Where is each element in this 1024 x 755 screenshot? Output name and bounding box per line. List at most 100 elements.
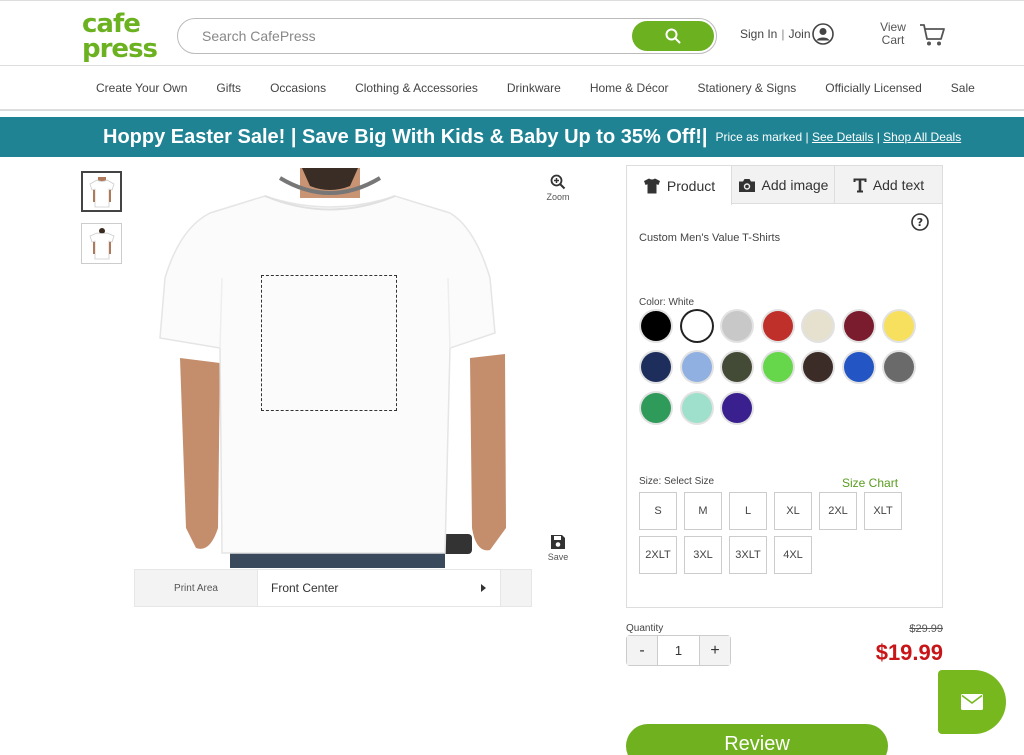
search-bar [177,18,717,54]
join-link[interactable]: Join [788,27,810,41]
floppy-disk-icon [551,535,565,549]
zoom-button[interactable]: Zoom [540,170,576,210]
size-option-button[interactable]: XL [774,492,812,530]
search-button[interactable] [632,21,714,51]
size-label: Size: Select Size [639,476,715,487]
quantity-stepper: - + [626,635,731,666]
quantity-increase-button[interactable]: + [700,636,730,665]
size-option-button[interactable]: XLT [864,492,902,530]
svg-text:press: press [82,34,158,62]
see-details-link[interactable]: See Details [812,130,873,144]
color-swatch[interactable] [641,393,671,423]
search-input[interactable] [202,26,622,46]
separator: | [781,27,785,41]
shop-all-deals-link[interactable]: Shop All Deals [883,130,961,144]
tshirt-front-thumbnail [89,176,114,207]
color-swatch[interactable] [641,311,671,341]
size-option-button[interactable]: 3XLT [729,536,767,574]
envelope-icon [961,694,983,710]
tab-add-image-label: Add image [761,177,829,193]
size-option-button[interactable]: 2XLT [639,536,677,574]
size-option-button[interactable]: M [684,492,722,530]
nav-gifts[interactable]: Gifts [216,81,241,95]
promo-headline: Hoppy Easter Sale! | Save Big With Kids … [103,125,708,148]
print-area-label: Print Area [174,582,218,594]
quantity-decrease-button[interactable]: - [627,636,657,665]
size-option-button[interactable]: L [729,492,767,530]
save-label: Save [547,552,569,562]
contact-button[interactable] [938,670,1006,734]
nav-sale[interactable]: Sale [951,81,975,95]
color-swatch[interactable] [681,393,712,423]
promo-links: Price as marked | See Details | Shop All… [715,130,961,144]
nav-drinkware[interactable]: Drinkware [507,81,561,95]
print-area-bar: Print Area Front Center [134,569,532,607]
color-swatch[interactable] [641,352,671,382]
cart-icon[interactable] [918,22,946,48]
color-swatch[interactable] [762,352,793,382]
color-swatch[interactable] [722,352,752,382]
size-chart-link[interactable]: Size Chart [842,476,898,490]
promo-separator: | [805,130,809,144]
tab-product[interactable]: Product [627,166,732,205]
view-cart-link[interactable]: View Cart [873,21,913,47]
color-swatch[interactable] [803,352,833,382]
main-nav: Create Your Own Gifts Occasions Clothing… [0,67,1024,111]
color-swatch[interactable] [884,311,914,341]
nav-stationery-signs[interactable]: Stationery & Signs [698,81,797,95]
site-header: cafe press Sign In | Join View Cart [0,0,1024,66]
nav-occasions[interactable]: Occasions [270,81,326,95]
tshirt-icon [643,178,660,193]
svg-text:?: ? [917,216,923,229]
tab-add-image[interactable]: Add image [732,166,835,204]
sign-in-link[interactable]: Sign In [740,27,777,41]
review-button[interactable]: Review [626,724,888,755]
color-swatch[interactable] [843,352,874,382]
color-swatch[interactable] [803,311,833,341]
sale-price: $19.99 [875,640,943,665]
tab-add-text[interactable]: Add text [835,166,942,204]
tab-add-text-label: Add text [872,177,925,193]
color-swatch[interactable] [681,311,712,341]
color-swatch[interactable] [762,311,793,341]
customize-panel: Product Add image Add text ? Custom Men'… [626,165,943,608]
help-icon[interactable]: ? [911,213,929,231]
color-swatch[interactable] [722,311,752,341]
zoom-in-icon [550,174,566,190]
print-area-select[interactable]: Front Center [257,570,501,606]
color-swatch[interactable] [681,352,712,382]
zoom-label: Zoom [546,192,570,202]
thumbnail-front[interactable] [81,171,122,212]
promo-banner: Hoppy Easter Sale! | Save Big With Kids … [0,117,1024,157]
quantity-input[interactable] [657,636,700,665]
original-price: $29.99 [909,623,943,635]
account-links: Sign In | Join [740,27,811,41]
size-option-button[interactable]: 4XL [774,536,812,574]
color-swatch[interactable] [884,352,914,382]
product-name: Custom Men's Value T-Shirts [639,232,781,244]
view-cart-line2: Cart [881,33,905,47]
size-option-button[interactable]: S [639,492,677,530]
caret-right-icon [481,584,486,592]
color-swatch[interactable] [843,311,874,341]
quantity-label: Quantity [626,623,664,634]
camera-icon [738,178,755,192]
price-note: Price as marked [715,130,803,144]
nav-clothing-accessories[interactable]: Clothing & Accessories [355,81,478,95]
size-option-button[interactable]: 2XL [819,492,857,530]
color-swatch[interactable] [722,393,752,423]
color-label: Color: White [639,297,695,308]
nav-officially-licensed[interactable]: Officially Licensed [825,81,922,95]
tab-product-label: Product [666,177,716,194]
nav-home-decor[interactable]: Home & Décor [590,81,669,95]
thumbnail-back[interactable] [81,223,122,264]
tshirt-back-thumbnail [89,227,114,259]
print-area-box[interactable] [261,275,397,411]
user-account-icon[interactable] [812,23,834,45]
print-area-value: Front Center [271,581,339,595]
nav-create-your-own[interactable]: Create Your Own [96,81,187,95]
cafepress-logo[interactable]: cafe press [80,9,160,64]
size-option-button[interactable]: 3XL [684,536,722,574]
save-button[interactable]: Save [540,530,576,570]
text-icon [853,178,867,192]
